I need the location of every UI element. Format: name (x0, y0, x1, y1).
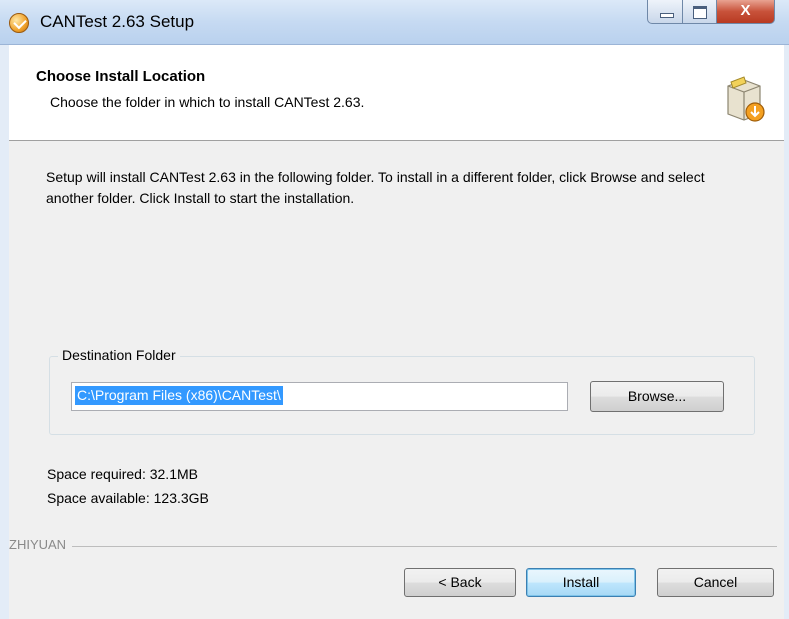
window-frame-right (784, 45, 789, 619)
page-header: Choose Install Location Choose the folde… (9, 45, 784, 141)
maximize-button[interactable] (683, 0, 717, 24)
branding-rule (9, 546, 777, 547)
cancel-button[interactable]: Cancel (657, 568, 774, 597)
page-title: Choose Install Location (36, 68, 206, 85)
install-button[interactable]: Install (526, 568, 636, 597)
window-title: CANTest 2.63 Setup (40, 12, 195, 31)
window-frame-left (0, 45, 9, 619)
space-required-text: Space required: 32.1MB (47, 466, 198, 482)
install-description: Setup will install CANTest 2.63 in the f… (46, 169, 705, 206)
close-icon: X (740, 2, 751, 19)
close-button[interactable]: X (717, 0, 775, 24)
branding-text: ZHIYUAN (9, 537, 73, 552)
page-subtitle: Choose the folder in which to install CA… (50, 94, 365, 110)
branding-divider: ZHIYUAN (9, 537, 777, 552)
back-button[interactable]: < Back (404, 568, 516, 597)
title-bar[interactable]: CANTest 2.63 Setup X (0, 0, 789, 45)
destination-folder-label: Destination Folder (58, 347, 180, 363)
installer-app-icon (9, 13, 29, 33)
destination-path-value: C:\Program Files (x86)\CANTest\ (75, 386, 283, 405)
minimize-icon (660, 13, 674, 18)
destination-folder-group: Destination Folder C:\Program Files (x86… (49, 347, 755, 435)
browse-button[interactable]: Browse... (590, 381, 724, 412)
minimize-button[interactable] (647, 0, 683, 24)
installer-box-icon (727, 76, 765, 122)
window-controls: X (647, 0, 775, 26)
maximize-icon (693, 6, 707, 19)
destination-path-input[interactable]: C:\Program Files (x86)\CANTest\ (71, 382, 568, 411)
space-available-text: Space available: 123.3GB (47, 490, 209, 506)
